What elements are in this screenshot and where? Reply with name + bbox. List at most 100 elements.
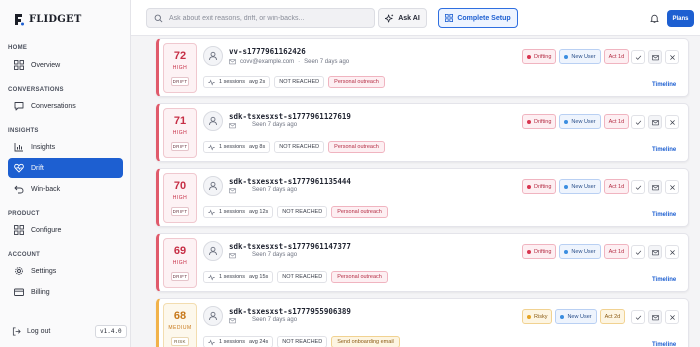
send-email-button[interactable] xyxy=(648,310,662,324)
timeline-link[interactable]: Timeline xyxy=(652,277,676,283)
risk-score: 71 xyxy=(173,115,187,127)
dismiss-button[interactable] xyxy=(665,115,679,129)
section-label-insights: INSIGHTS xyxy=(8,128,39,134)
check-icon xyxy=(635,55,641,60)
avatar xyxy=(203,111,223,131)
mark-done-button[interactable] xyxy=(631,245,645,259)
sidebar-item-conversations[interactable]: Conversations xyxy=(8,96,123,116)
status-badge: Drifting xyxy=(522,114,557,129)
risk-level: HIGH xyxy=(172,260,188,266)
user-stats: 1 sessions avg 24s NOT REACHED Send onbo… xyxy=(203,336,400,347)
user-icon xyxy=(209,116,217,126)
risk-score-box: 72 HIGH DRIFT xyxy=(163,43,197,93)
top-bar: Ask AI Complete Setup Plans xyxy=(131,0,700,36)
undo-icon xyxy=(14,185,24,194)
dismiss-button[interactable] xyxy=(665,310,679,324)
notifications-button[interactable] xyxy=(646,10,662,26)
sidebar-item-label: Conversations xyxy=(31,102,76,110)
sidebar-item-drift[interactable]: Drift xyxy=(8,158,123,178)
sidebar-item-win-back[interactable]: Win-back xyxy=(8,179,123,199)
check-icon xyxy=(635,315,641,320)
avg-duration: avg 2s xyxy=(249,79,266,85)
mail-icon xyxy=(229,318,236,324)
sidebar-item-billing[interactable]: Billing xyxy=(8,282,123,302)
sidebar-item-insights[interactable]: Insights xyxy=(8,137,123,157)
timeline-link[interactable]: Timeline xyxy=(652,342,676,347)
sidebar: FLIDGET HOME Overview CONVERSATIONS Conv… xyxy=(0,0,131,347)
mark-done-button[interactable] xyxy=(631,180,645,194)
dismiss-button[interactable] xyxy=(665,50,679,64)
logout-button[interactable]: Log out xyxy=(12,327,50,336)
status-dot xyxy=(527,184,531,189)
session-stats: 1 sessions avg 12s xyxy=(203,206,274,218)
status-dot xyxy=(527,249,531,254)
activity-icon xyxy=(208,209,215,215)
suggested-action[interactable]: Personal outreach xyxy=(328,76,385,88)
plans-button[interactable]: Plans xyxy=(667,10,694,27)
bell-icon xyxy=(649,14,659,23)
risk-score: 69 xyxy=(173,245,187,257)
status-label: Drifting xyxy=(534,53,552,60)
sidebar-item-settings[interactable]: Settings xyxy=(8,261,123,281)
suggested-action[interactable]: Personal outreach xyxy=(331,206,388,218)
timeline-link[interactable]: Timeline xyxy=(652,212,676,218)
close-icon xyxy=(669,54,675,60)
search-box[interactable] xyxy=(146,8,375,28)
status-badge: Risky xyxy=(522,309,553,324)
user-meta: Seen 7 days ago xyxy=(229,313,479,329)
search-input[interactable] xyxy=(169,14,369,22)
suggested-action[interactable]: Personal outreach xyxy=(331,271,388,283)
status-badge: Drifting xyxy=(522,49,557,64)
sessions-count: 1 sessions xyxy=(219,144,245,150)
mark-done-button[interactable] xyxy=(631,50,645,64)
segment-dot xyxy=(564,249,569,254)
mail-icon xyxy=(229,188,236,194)
risk-level: HIGH xyxy=(172,195,188,201)
card-actions xyxy=(631,115,679,129)
dismiss-button[interactable] xyxy=(665,245,679,259)
sidebar-item-overview[interactable]: Overview xyxy=(8,55,123,75)
user-stats: 1 sessions avg 12s NOT REACHED Personal … xyxy=(203,206,388,218)
section-label-conversations: CONVERSATIONS xyxy=(8,87,64,93)
timeline-link[interactable]: Timeline xyxy=(652,147,676,153)
section-label-home: HOME xyxy=(8,45,28,51)
sessions-count: 1 sessions xyxy=(219,79,245,85)
send-email-button[interactable] xyxy=(648,180,662,194)
stage-tag: DRIFT xyxy=(171,77,189,86)
reach-status: NOT REACHED xyxy=(277,271,328,283)
complete-setup-label: Complete Setup xyxy=(457,14,511,22)
segment-badge: New User xyxy=(559,244,601,259)
avatar xyxy=(203,176,223,196)
ask-ai-button[interactable]: Ask AI xyxy=(378,8,427,28)
risk-level: HIGH xyxy=(172,130,188,136)
segment-dot xyxy=(560,314,565,319)
suggested-action[interactable]: Send onboarding email xyxy=(331,336,400,347)
avg-duration: avg 15s xyxy=(249,274,269,280)
logo[interactable]: FLIDGET xyxy=(12,12,81,27)
chat-icon xyxy=(14,102,24,111)
grid-icon xyxy=(14,225,24,235)
mark-done-button[interactable] xyxy=(631,115,645,129)
user-icon xyxy=(209,181,217,191)
sidebar-item-configure[interactable]: Configure xyxy=(8,220,123,240)
segment-label: New User xyxy=(571,183,596,190)
send-email-button[interactable] xyxy=(648,50,662,64)
send-email-button[interactable] xyxy=(648,245,662,259)
user-id[interactable]: vv-s1777961162426 xyxy=(229,47,306,56)
stage-tag: DRIFT xyxy=(171,207,189,216)
complete-setup-button[interactable]: Complete Setup xyxy=(438,8,518,28)
status-badges: Drifting New User Act 1d xyxy=(522,114,630,129)
sessions-count: 1 sessions xyxy=(219,209,245,215)
ask-ai-label: Ask AI xyxy=(398,14,420,22)
mark-done-button[interactable] xyxy=(631,310,645,324)
dismiss-button[interactable] xyxy=(665,180,679,194)
status-dot xyxy=(527,314,531,319)
send-email-button[interactable] xyxy=(648,115,662,129)
suggested-action[interactable]: Personal outreach xyxy=(328,141,385,153)
avg-duration: avg 8s xyxy=(249,144,266,150)
version-badge: v1.4.0 xyxy=(95,325,127,338)
timeline-link[interactable]: Timeline xyxy=(652,82,676,88)
logo-mark-icon xyxy=(15,14,24,26)
act-within-badge: Act 1d xyxy=(603,114,630,129)
mail-icon xyxy=(651,249,659,255)
